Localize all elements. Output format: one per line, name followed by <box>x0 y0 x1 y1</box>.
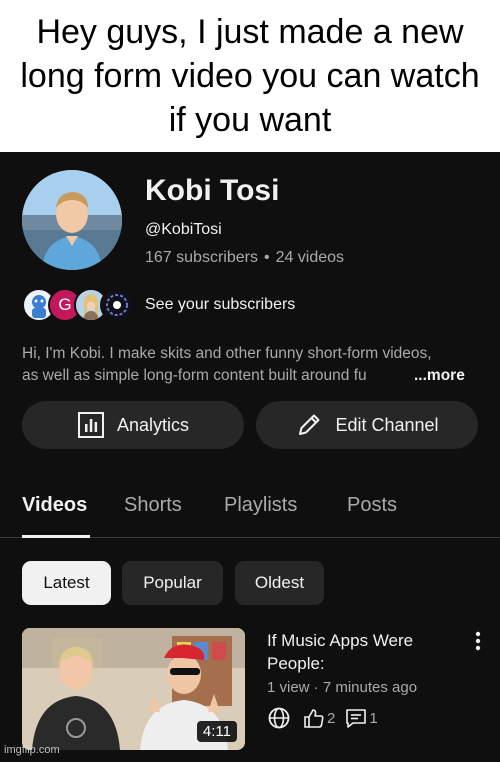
more-link[interactable]: ...more <box>414 365 465 387</box>
channel-avatar[interactable] <box>22 170 122 270</box>
video-count: 24 videos <box>275 249 345 266</box>
subscriber-avatars[interactable]: G <box>22 288 134 322</box>
pencil-icon <box>299 414 320 435</box>
tab-playlists[interactable]: Playlists <box>224 494 297 517</box>
youtube-channel-screen: Kobi Tosi @KobiTosi 167 subscribers • 24 v… <box>0 152 500 762</box>
globe-icon <box>268 707 290 729</box>
comment-count: 1 <box>369 709 378 727</box>
video-duration: 4:11 <box>196 721 237 742</box>
subscriber-avatar-4 <box>100 288 134 322</box>
tab-videos[interactable]: Videos <box>22 494 87 517</box>
comment-icon <box>346 709 367 728</box>
edit-channel-button[interactable]: Edit Channel <box>256 401 478 449</box>
subscriber-count: 167 subscribers <box>145 249 258 266</box>
more-options-icon[interactable] <box>470 630 486 652</box>
description-line-2: as well as simple long-form content buil… <box>22 367 367 384</box>
analytics-icon <box>77 412 104 438</box>
analytics-button[interactable]: Analytics <box>22 401 244 449</box>
channel-stats: 167 subscribers • 24 videos <box>145 249 344 267</box>
video-title[interactable]: If Music Apps Were People: <box>267 629 457 675</box>
see-subscribers-link[interactable]: See your subscribers <box>145 296 295 314</box>
chip-latest[interactable]: Latest <box>22 561 111 605</box>
analytics-label: Analytics <box>116 414 190 435</box>
video-stats-row: 2 1 <box>267 706 388 730</box>
active-tab-indicator <box>22 535 90 538</box>
like-count: 2 <box>327 709 336 727</box>
channel-name: Kobi Tosi <box>145 174 280 207</box>
video-thumbnail[interactable]: 4:11 <box>22 628 245 750</box>
thumbs-up-icon <box>304 709 324 728</box>
description-line-1: Hi, I'm Kobi. I make skits and other fun… <box>22 345 432 362</box>
channel-tabs: Videos Shorts Playlists Posts <box>0 482 500 538</box>
meme-caption: Hey guys, I just made a new long form vi… <box>0 0 500 152</box>
tab-shorts[interactable]: Shorts <box>124 494 182 517</box>
chip-popular[interactable]: Popular <box>122 561 223 605</box>
tab-posts[interactable]: Posts <box>347 494 397 517</box>
video-meta: 1 view · 7 minutes ago <box>267 679 418 696</box>
chip-oldest[interactable]: Oldest <box>235 561 324 605</box>
channel-handle: @KobiTosi <box>145 221 222 238</box>
stats-separator: • <box>263 249 270 266</box>
imgflip-watermark: imgflip.com <box>4 744 60 756</box>
edit-channel-label: Edit Channel <box>335 414 439 435</box>
channel-description[interactable]: Hi, I'm Kobi. I make skits and other fun… <box>22 343 478 387</box>
